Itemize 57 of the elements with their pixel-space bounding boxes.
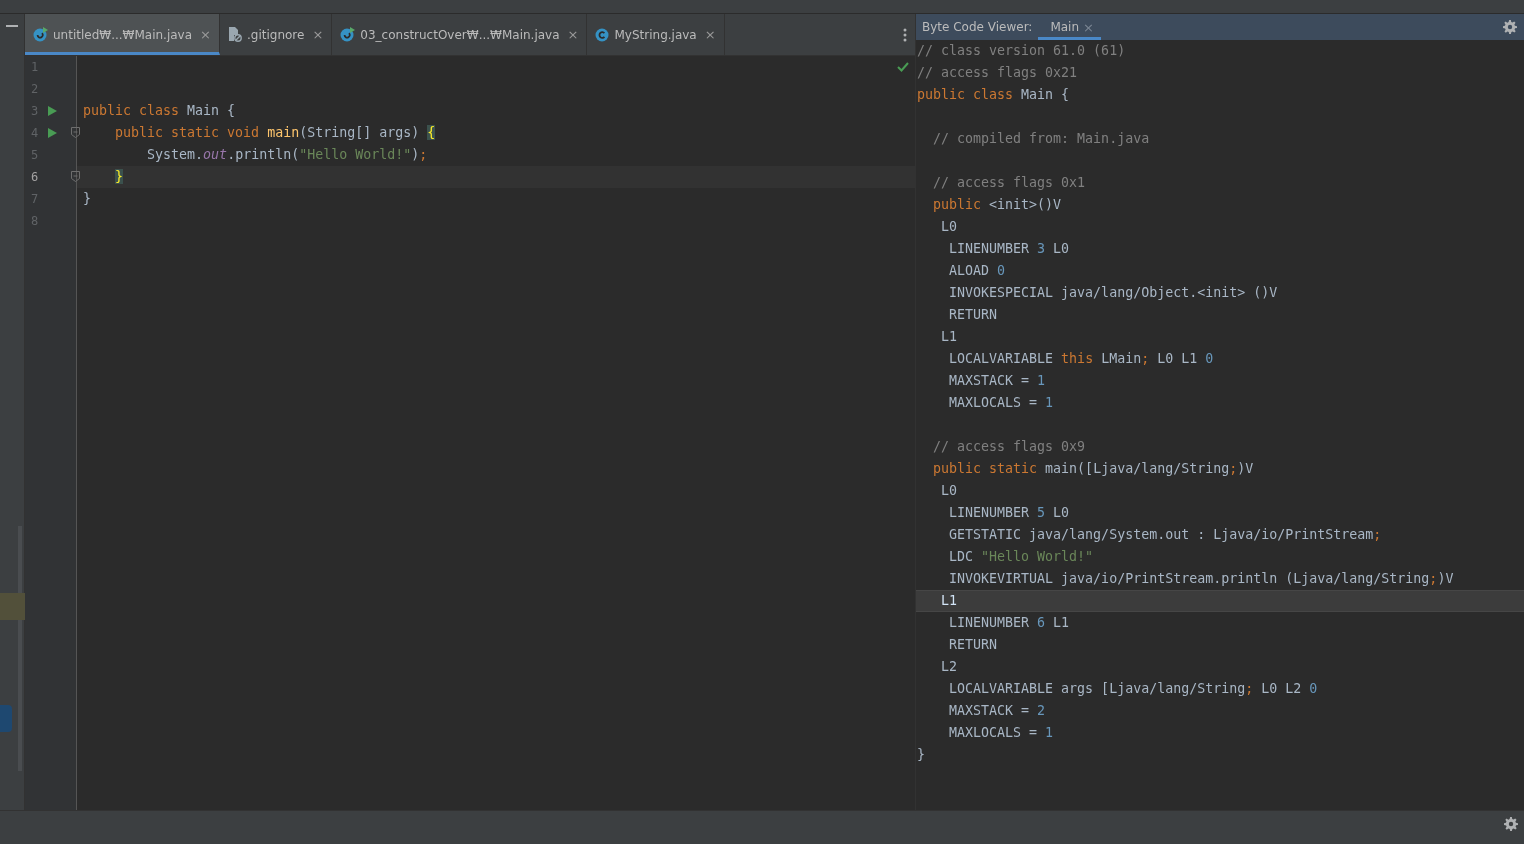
bytecode-line: // access flags 0x9 [932, 438, 1087, 456]
check-icon [897, 62, 909, 72]
bytecode-line: // access flags 0x1 [932, 174, 1087, 192]
close-tab-button[interactable]: × [1083, 19, 1094, 35]
editor-tab[interactable]: .gitignore × [220, 14, 333, 55]
class-icon [595, 27, 610, 42]
editor-tab[interactable]: MyString.java × [587, 14, 725, 55]
bytecode-line: GETSTATIC java/lang/System.out : Ljava/io/PrintStream; [948, 526, 1383, 544]
fold-icon[interactable] [71, 127, 80, 138]
run-icon[interactable] [48, 128, 57, 138]
bytecode-line: } [916, 746, 926, 764]
bytecode-line: LINENUMBER 3 L0 [948, 240, 1071, 258]
class-icon [33, 27, 48, 42]
bytecode-line: L1 [940, 328, 959, 346]
line-number: 6 [30, 170, 40, 184]
bytecode-line: MAXLOCALS = 1 [948, 394, 1055, 412]
bytecode-line: MAXLOCALS = 1 [948, 724, 1055, 742]
settings-icon[interactable] [1503, 20, 1517, 34]
bytecode-line: public <init>()V [932, 196, 1063, 214]
editor-tab[interactable]: untitled₩...₩Main.java × [25, 14, 220, 55]
fold-icon[interactable] [71, 171, 80, 182]
bytecode-line: INVOKEVIRTUAL java/io/PrintStream.println (Ljava/lang/String;)V [948, 570, 1455, 588]
bytecode-line: L2 [940, 658, 959, 676]
bytecode-line: L0 [940, 218, 959, 236]
bytecode-line: RETURN [948, 636, 999, 654]
code-line: public class Main { [82, 102, 237, 120]
bytecode-line: LDC "Hello World!" [948, 548, 1095, 566]
close-tab-button[interactable]: × [200, 27, 211, 42]
bytecode-line: // compiled from: Main.java [932, 130, 1151, 148]
run-icon[interactable] [48, 106, 57, 116]
bytecode-line: LOCALVARIABLE this LMain; L0 L1 0 [948, 350, 1215, 368]
code-line: } [82, 190, 92, 208]
bytecode-line: // class version 61.0 (61) [916, 42, 1127, 60]
more-icon[interactable] [903, 27, 907, 42]
class-icon [340, 27, 356, 42]
editor-tab[interactable]: 03_constructOver₩...₩Main.java × [332, 14, 588, 55]
close-tab-button[interactable]: × [312, 27, 324, 42]
bytecode-line: MAXSTACK = 2 [948, 702, 1047, 720]
file-icon [228, 27, 242, 42]
code-line: System.out.println("Hello World!"); [146, 146, 429, 164]
bytecode-line: // access flags 0x21 [916, 64, 1079, 82]
bytecode-line: LOCALVARIABLE args [Ljava/lang/String; L0 L2 0 [948, 680, 1319, 698]
bytecode-line: LINENUMBER 6 L1 [948, 614, 1071, 632]
bytecode-line: ALOAD 0 [948, 262, 1007, 280]
bytecode-line: public static main([Ljava/lang/String;)V [932, 460, 1255, 478]
bytecode-line: MAXSTACK = 1 [948, 372, 1047, 390]
bytecode-line: RETURN [948, 306, 999, 324]
close-tab-button[interactable]: × [567, 27, 579, 42]
close-tab-button[interactable]: × [704, 27, 716, 42]
viewer-tab[interactable]: Main × [1038, 14, 1101, 40]
bytecode-line: INVOKESPECIAL java/lang/Object.<init> ()V [948, 284, 1279, 302]
bytecode-line: LINENUMBER 5 L0 [948, 504, 1071, 522]
bytecode-line: public class Main { [916, 86, 1071, 104]
bytecode-line: L0 [940, 482, 959, 500]
panel-title: Byte Code Viewer: [921, 19, 1034, 36]
code-line: public static void main(String[] args) { [114, 124, 437, 142]
settings-icon[interactable] [1504, 817, 1518, 831]
